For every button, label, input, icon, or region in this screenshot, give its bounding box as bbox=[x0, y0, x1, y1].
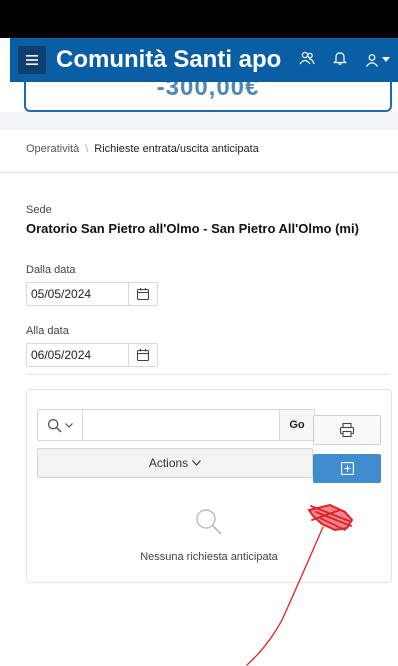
sede-label: Sede bbox=[26, 204, 52, 216]
print-button[interactable] bbox=[313, 415, 381, 445]
divider bbox=[26, 374, 390, 375]
chevron-down-icon bbox=[192, 460, 202, 466]
breadcrumb-parent[interactable]: Operatività bbox=[26, 143, 79, 155]
search-icon bbox=[194, 507, 224, 542]
user-menu-button[interactable] bbox=[365, 53, 390, 67]
balance-card: -300,00€ bbox=[24, 82, 392, 112]
breadcrumb-current: Richieste entrata/uscita anticipata bbox=[94, 143, 259, 155]
printer-icon bbox=[339, 422, 355, 438]
hamburger-icon[interactable] bbox=[18, 46, 46, 74]
breadcrumb-separator: \ bbox=[85, 143, 89, 155]
breadcrumb: Operatività \ Richieste entrata/uscita ant… bbox=[26, 143, 259, 155]
user-icon bbox=[366, 54, 378, 67]
balance-value: -300,00€ bbox=[156, 82, 260, 101]
dalla-data-field[interactable]: 05/05/2024 bbox=[26, 282, 158, 306]
app-header: Comunità Santi apo bbox=[10, 38, 398, 82]
go-button[interactable]: Go bbox=[279, 410, 314, 440]
dalla-data-value[interactable]: 05/05/2024 bbox=[27, 287, 128, 301]
app-title: Comunità Santi apo bbox=[56, 46, 282, 73]
empty-message: Nessuna richiesta anticipata bbox=[140, 551, 278, 563]
divider bbox=[0, 172, 398, 173]
status-bar bbox=[0, 0, 398, 38]
search-icon bbox=[47, 418, 62, 432]
calendar-icon[interactable] bbox=[128, 283, 157, 305]
plus-square-icon bbox=[340, 462, 354, 475]
actions-button[interactable]: Actions bbox=[37, 448, 313, 478]
calendar-icon[interactable] bbox=[128, 344, 157, 366]
add-button[interactable] bbox=[313, 454, 381, 483]
alla-data-value[interactable]: 06/05/2024 bbox=[27, 348, 128, 362]
alla-data-field[interactable]: 06/05/2024 bbox=[26, 343, 158, 367]
group-icon[interactable] bbox=[299, 51, 315, 69]
dalla-data-label: Dalla data bbox=[26, 264, 76, 276]
alla-data-label: Alla data bbox=[26, 325, 69, 337]
caret-down-icon bbox=[382, 57, 390, 62]
search-bar: Go bbox=[37, 409, 315, 441]
bell-icon[interactable] bbox=[333, 51, 347, 69]
sede-value: Oratorio San Pietro all'Olmo - San Pietr… bbox=[26, 221, 359, 236]
actions-label: Actions bbox=[148, 456, 189, 470]
header-band bbox=[0, 112, 398, 130]
chevron-down-icon bbox=[65, 422, 73, 428]
search-column-selector[interactable] bbox=[38, 410, 83, 440]
report-region: Go Actions Nessuna richiesta anticipata bbox=[26, 389, 392, 583]
search-input[interactable] bbox=[83, 410, 279, 440]
